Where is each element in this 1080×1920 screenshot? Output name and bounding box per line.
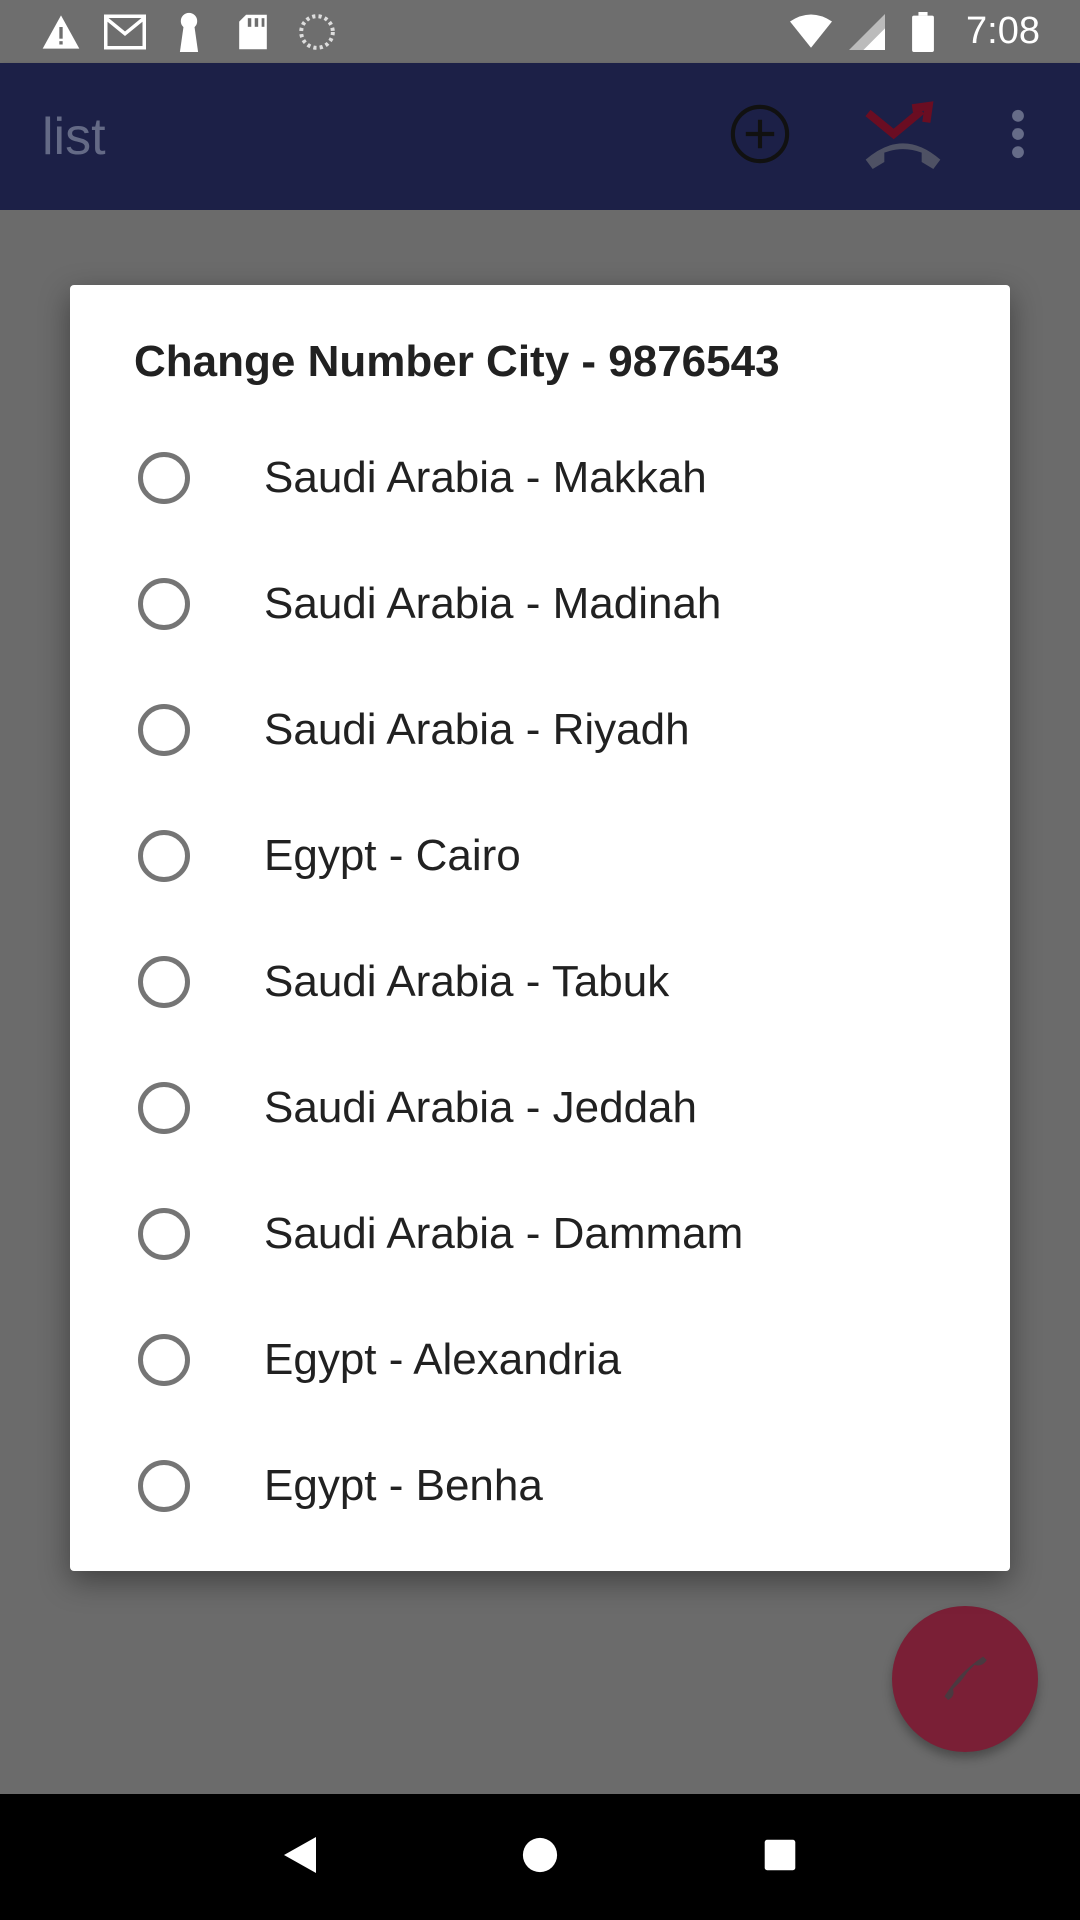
radio-button[interactable] xyxy=(138,1460,190,1512)
app-title: list xyxy=(42,107,106,166)
add-button[interactable] xyxy=(712,89,808,185)
radio-button[interactable] xyxy=(138,1334,190,1386)
recents-button[interactable] xyxy=(740,1817,820,1897)
app-actions xyxy=(712,82,1038,192)
dialog-title: Change Number City - 9876543 xyxy=(134,337,780,386)
home-icon xyxy=(522,1837,558,1878)
radio-button[interactable] xyxy=(138,830,190,882)
city-option[interactable]: Saudi Arabia - Riyadh xyxy=(70,667,1010,793)
city-option[interactable]: Saudi Arabia - Tabuk xyxy=(70,919,1010,1045)
city-option[interactable]: Saudi Arabia - Makkah xyxy=(70,415,1010,541)
app-bar: list xyxy=(0,63,1080,210)
missed-call-button[interactable] xyxy=(848,82,958,192)
status-right-icons: 7:08 xyxy=(790,10,1040,53)
warning-icon xyxy=(40,11,82,53)
back-button[interactable] xyxy=(260,1817,340,1897)
city-option[interactable]: Egypt - Cairo xyxy=(70,793,1010,919)
radio-button[interactable] xyxy=(138,1208,190,1260)
city-option-label: Saudi Arabia - Riyadh xyxy=(264,705,690,754)
radio-button[interactable] xyxy=(138,704,190,756)
status-left-icons xyxy=(40,11,338,53)
gmail-icon xyxy=(104,11,146,53)
navigation-bar xyxy=(0,1794,1080,1920)
phone-icon xyxy=(936,1648,994,1711)
radio-button[interactable] xyxy=(138,1082,190,1134)
city-option-label: Egypt - Benha xyxy=(264,1461,543,1510)
city-option-label: Saudi Arabia - Madinah xyxy=(264,579,722,628)
status-time: 7:08 xyxy=(966,10,1040,52)
city-option[interactable]: Saudi Arabia - Jeddah xyxy=(70,1045,1010,1171)
city-option-label: Egypt - Alexandria xyxy=(264,1335,622,1384)
city-option[interactable]: Egypt - Benha xyxy=(70,1423,1010,1549)
keyhole-icon xyxy=(168,11,210,53)
radio-button[interactable] xyxy=(138,578,190,630)
radio-button[interactable] xyxy=(138,452,190,504)
signal-icon xyxy=(846,11,888,53)
city-options-list: Saudi Arabia - Makkah Saudi Arabia - Mad… xyxy=(70,415,1010,1549)
city-option[interactable]: Egypt - Alexandria xyxy=(70,1297,1010,1423)
call-fab[interactable] xyxy=(892,1606,1038,1752)
city-option-label: Saudi Arabia - Dammam xyxy=(264,1209,744,1258)
wifi-icon xyxy=(790,11,833,53)
sync-icon xyxy=(296,11,338,53)
sd-card-icon xyxy=(232,11,274,53)
city-option[interactable]: Saudi Arabia - Dammam xyxy=(70,1171,1010,1297)
city-option-label: Saudi Arabia - Tabuk xyxy=(264,957,670,1006)
back-icon xyxy=(282,1835,318,1880)
city-option-label: Saudi Arabia - Jeddah xyxy=(264,1083,697,1132)
city-option-label: Saudi Arabia - Makkah xyxy=(264,453,707,502)
city-option[interactable]: Saudi Arabia - Madinah xyxy=(70,541,1010,667)
change-city-dialog: Change Number City - 9876543 Saudi Arabi… xyxy=(70,285,1010,1571)
recents-icon xyxy=(763,1838,797,1877)
more-vert-icon xyxy=(1011,109,1025,164)
city-option-label: Egypt - Cairo xyxy=(264,831,521,880)
status-bar: 7:08 xyxy=(0,0,1080,63)
more-options-button[interactable] xyxy=(998,89,1038,185)
radio-button[interactable] xyxy=(138,956,190,1008)
battery-icon xyxy=(902,11,944,53)
home-button[interactable] xyxy=(500,1817,580,1897)
add-circle-icon xyxy=(729,103,791,170)
missed-call-icon xyxy=(861,98,945,175)
